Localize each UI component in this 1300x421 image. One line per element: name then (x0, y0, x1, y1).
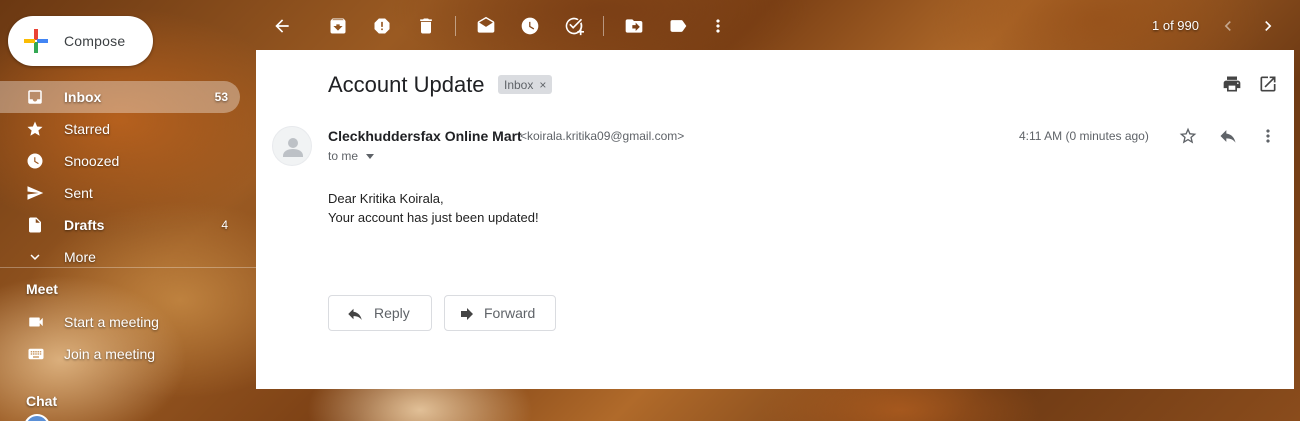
join-meeting-label: Join a meeting (64, 346, 156, 362)
compose-label: Compose (64, 33, 126, 49)
back-arrow-icon[interactable] (272, 16, 292, 36)
start-meeting-item[interactable]: Start a meeting (0, 306, 240, 338)
email-body: Dear Kritika Koirala, Your account has j… (328, 189, 539, 227)
toolbar-divider (455, 16, 456, 36)
sender-name: Cleckhuddersfax Online Mart (328, 128, 522, 144)
recipient-label: to me (328, 149, 359, 163)
sidebar-item-label: Drafts (64, 217, 105, 233)
report-spam-icon[interactable] (372, 16, 392, 36)
toolbar-divider (603, 16, 604, 36)
compose-button[interactable]: Compose (8, 16, 153, 66)
person-icon (283, 138, 303, 157)
unread-count: 53 (214, 90, 228, 104)
sidebar-item-more[interactable]: More (0, 241, 240, 273)
sidebar-nav: Inbox 53 Starred Snoozed Sent Drafts 4 M… (0, 81, 240, 273)
avatar (272, 126, 312, 166)
sidebar-item-drafts[interactable]: Drafts 4 (0, 209, 240, 241)
draft-count: 4 (221, 218, 228, 232)
snooze-icon[interactable] (520, 16, 540, 36)
email-panel: Account Update Inbox × Cleckhuddersfax O… (256, 50, 1294, 389)
reply-icon[interactable] (1218, 126, 1238, 146)
sidebar-item-inbox[interactable]: Inbox 53 (0, 81, 240, 113)
email-time: 4:11 AM (0 minutes ago) (1019, 129, 1149, 143)
label-chip: Inbox × (498, 75, 553, 94)
more-vert-icon[interactable] (1258, 126, 1278, 146)
join-meeting-item[interactable]: Join a meeting (0, 338, 240, 370)
draft-icon (29, 217, 41, 233)
forward-button-label: Forward (484, 305, 536, 321)
email-subject: Account Update (328, 72, 485, 97)
more-vert-icon[interactable] (708, 16, 728, 36)
mark-unread-icon[interactable] (476, 16, 496, 36)
reply-button-label: Reply (374, 305, 410, 321)
sidebar-item-sent[interactable]: Sent (0, 177, 240, 209)
label-chip-text: Inbox (504, 77, 534, 92)
print-icon[interactable] (1222, 74, 1242, 94)
sidebar-item-label: Starred (64, 121, 110, 137)
start-meeting-label: Start a meeting (64, 314, 159, 330)
add-task-icon[interactable] (564, 16, 584, 36)
recipient-details-toggle[interactable] (366, 154, 374, 159)
sidebar-divider (0, 267, 256, 268)
remove-label-button[interactable]: × (539, 78, 546, 92)
chevron-down-icon (30, 254, 40, 260)
forward-icon (461, 308, 473, 320)
sidebar-item-starred[interactable]: Starred (0, 113, 240, 145)
plus-icon (24, 29, 48, 53)
sidebar-item-label: Snoozed (64, 153, 120, 169)
reply-button[interactable]: Reply (328, 295, 432, 331)
chevron-right-icon[interactable] (1258, 16, 1278, 36)
forward-button[interactable]: Forward (444, 295, 556, 331)
meet-section-title: Meet (26, 281, 58, 297)
video-icon (29, 317, 43, 327)
star-icon (27, 121, 43, 136)
sender-email: <koirala.kritika09@gmail.com> (520, 129, 685, 143)
pagination-count: 1 of 990 (1152, 18, 1199, 33)
chat-avatar[interactable] (24, 414, 50, 421)
email-body-line: Dear Kritika Koirala, (328, 191, 444, 206)
delete-icon[interactable] (416, 16, 436, 36)
star-outline-icon[interactable] (1178, 126, 1198, 146)
label-icon[interactable] (668, 16, 688, 36)
sidebar-item-label: Sent (64, 185, 93, 201)
keyboard-icon (28, 348, 44, 360)
move-to-icon[interactable] (624, 16, 644, 36)
email-body-line: Your account has just been updated! (328, 210, 539, 225)
archive-icon[interactable] (328, 16, 348, 36)
reply-icon (348, 308, 362, 320)
sidebar-item-snoozed[interactable]: Snoozed (0, 145, 240, 177)
inbox-icon (28, 90, 42, 104)
sidebar-item-label: More (64, 249, 96, 265)
clock-icon (27, 153, 43, 169)
send-icon (27, 186, 44, 200)
sidebar-item-label: Inbox (64, 89, 102, 105)
open-in-new-window-icon[interactable] (1258, 74, 1278, 94)
chevron-left-icon[interactable] (1218, 16, 1238, 36)
chat-section-title: Chat (26, 393, 58, 409)
